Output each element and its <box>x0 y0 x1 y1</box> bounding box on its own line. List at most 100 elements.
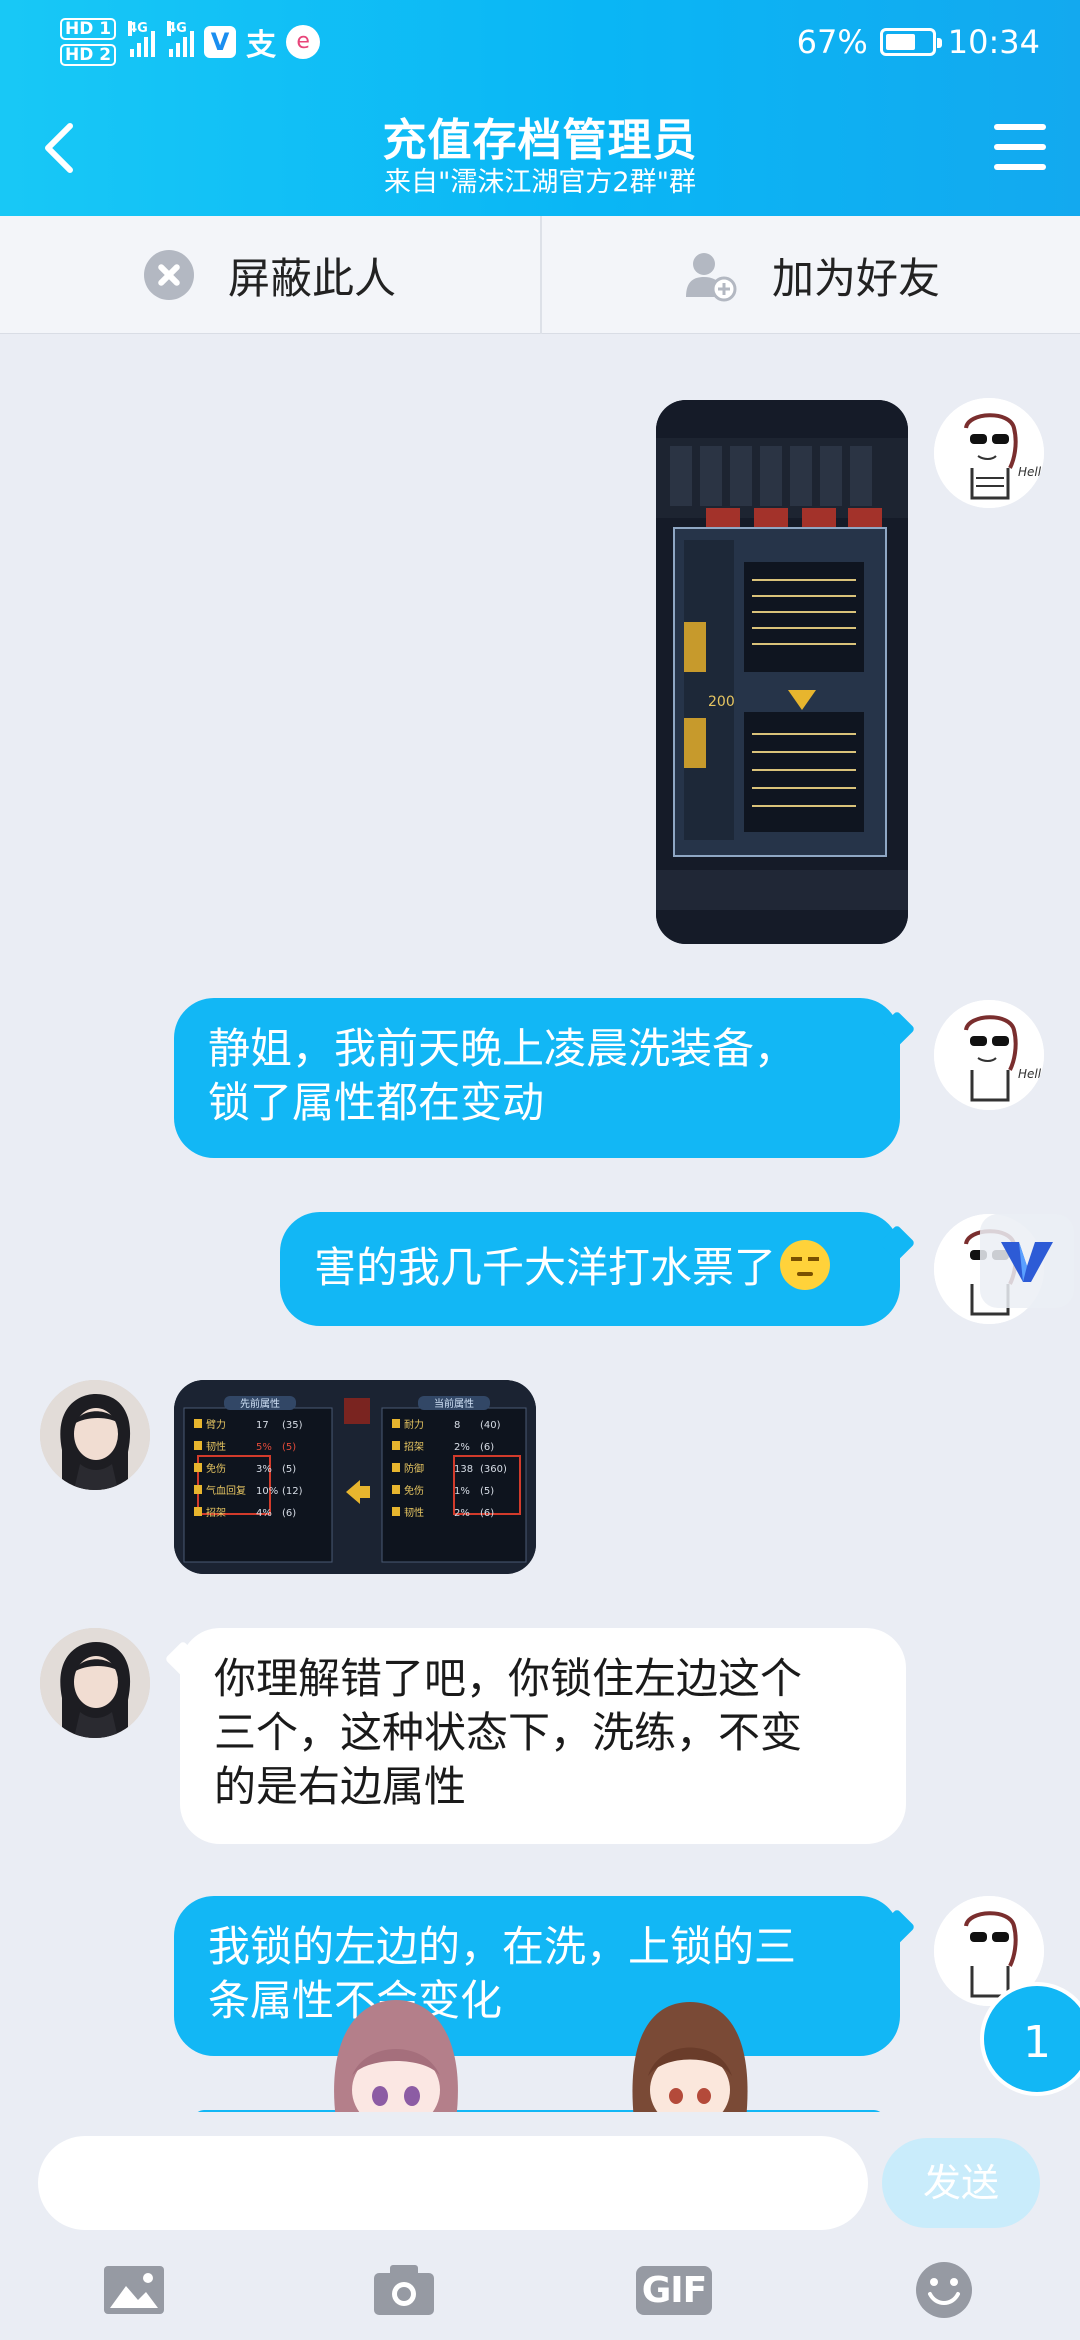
add-friend-button[interactable]: 加为好友 <box>540 216 1080 334</box>
right-attr-value: 8 <box>454 1420 460 1431</box>
message-bubble-received[interactable]: 你理解错了吧，你锁住左边这个 三个，这种状态下，洗练，不变 的是右边属性 <box>180 1628 906 1844</box>
signal-icon: 4G <box>128 21 156 57</box>
smiley-icon <box>916 2262 972 2318</box>
left-attr-value: 4% <box>256 1508 272 1519</box>
right-attr-max: (360) <box>480 1464 507 1475</box>
hd1-badge: HD 1 <box>60 18 117 40</box>
hd2-badge: HD 2 <box>60 44 117 66</box>
notification-app-icon: e <box>286 25 321 59</box>
lock-icon <box>194 1419 202 1428</box>
input-toolbar: GIF <box>0 2250 1080 2340</box>
my-avatar[interactable]: Hello <box>934 1000 1044 1110</box>
clock: 10:34 <box>947 23 1040 61</box>
right-attr-value: 2% <box>454 1442 470 1453</box>
left-attr-name: 招架 <box>206 1506 226 1519</box>
lock-icon <box>392 1463 400 1472</box>
chat-title: 充值存档管理员 <box>382 115 698 166</box>
right-attr-name: 免伤 <box>404 1484 424 1497</box>
image-message-game-screenshot-tall[interactable]: 200 <box>656 400 908 944</box>
chat-theme-decoration <box>632 2002 748 2120</box>
right-attr-value: 1% <box>454 1486 470 1497</box>
left-panel-title: 先前属性 <box>240 1397 280 1410</box>
camera-button[interactable] <box>364 2250 444 2330</box>
stranger-action-bar: 屏蔽此人 加为好友 <box>0 216 1080 334</box>
chevron-left-icon <box>45 123 73 173</box>
left-attr-value: 3% <box>256 1464 272 1475</box>
avatar-photo <box>40 1380 150 1490</box>
lock-icon <box>194 1441 202 1450</box>
my-avatar[interactable]: Hello <box>934 398 1044 508</box>
right-attr-max: (40) <box>480 1420 501 1431</box>
chat-subtitle: 来自"濡沫江湖官方2群"群 <box>383 167 696 198</box>
left-attr-max: (6) <box>282 1508 296 1519</box>
left-attr-name: 免伤 <box>206 1462 226 1475</box>
message-text-line: 锁了属性都在变动 <box>208 1078 545 1127</box>
image-icon <box>104 2266 164 2314</box>
left-attr-name: 韧性 <box>206 1440 226 1453</box>
message-text-line: 我锁的左边的，在洗，上锁的三 <box>208 1922 797 1971</box>
message-bubble-sent[interactable]: 静姐，我前天晚上凌晨洗装备， 锁了属性都在变动 <box>174 998 900 1158</box>
svg-text:Hello: Hello <box>1018 465 1044 479</box>
lock-icon <box>392 1419 400 1428</box>
right-attr-name: 韧性 <box>404 1506 424 1519</box>
message-input[interactable] <box>38 2136 868 2230</box>
emoji-button[interactable] <box>904 2250 984 2330</box>
lock-icon <box>392 1441 400 1450</box>
battery-icon <box>879 28 942 56</box>
battery-fill <box>885 34 916 50</box>
block-icon <box>143 250 194 300</box>
game-screenshot-image: 200 <box>656 400 908 944</box>
network-type-label-2: 4G <box>167 21 187 36</box>
seal-icon <box>344 1398 370 1424</box>
status-left: HD 1 HD 2 4G 4G V 支 e <box>60 12 321 72</box>
right-attr-name: 招架 <box>404 1440 424 1453</box>
vpn-logo-icon <box>1001 1242 1053 1282</box>
lock-icon <box>392 1507 400 1516</box>
left-attr-name: 气血回复 <box>206 1484 246 1497</box>
annoyed-emoji-icon <box>780 1240 831 1290</box>
left-attr-value: 5% <box>256 1442 272 1453</box>
right-attr-max: (5) <box>480 1486 494 1497</box>
gif-button[interactable]: GIF <box>634 2250 714 2330</box>
left-attr-value: 10% <box>256 1486 278 1497</box>
menu-icon-line <box>994 164 1046 170</box>
alipay-icon: 支 <box>246 28 277 63</box>
message-text-line: 的是右边属性 <box>214 1762 467 1811</box>
battery-percent: 67% <box>796 23 868 61</box>
block-user-label: 屏蔽此人 <box>227 253 396 303</box>
attribute-screenshot-image: 先前属性 当前属性 臂力 17 (35) 韧性 5% (5) 免伤 3% (5) 气血回复 10% (… <box>174 1380 536 1574</box>
svg-text:200: 200 <box>708 694 735 710</box>
add-friend-label: 加为好友 <box>771 253 940 303</box>
message-bubble-sent[interactable]: 害的我几千大洋打水票了 <box>280 1212 900 1326</box>
message-text-line: 你理解错了吧，你锁住左边这个 <box>214 1654 803 1703</box>
status-right: 67% 10:34 <box>797 14 1040 70</box>
message-text-line: 静姐，我前天晚上凌晨洗装备， <box>208 1024 797 1073</box>
lock-icon <box>392 1485 400 1494</box>
floating-vpn-badge[interactable] <box>980 1214 1074 1308</box>
right-attr-max: (6) <box>480 1442 494 1453</box>
left-attr-max: (5) <box>282 1442 296 1453</box>
sender-avatar[interactable] <box>40 1628 150 1738</box>
back-button[interactable] <box>40 118 80 178</box>
unread-count-badge[interactable]: 1 <box>980 1982 1080 2096</box>
avatar-sketch: Hello <box>934 398 1044 508</box>
add-friend-icon <box>685 253 737 302</box>
lock-icon <box>194 1507 202 1516</box>
message-text-line: 三个，这种状态下，洗练，不变 <box>214 1708 803 1757</box>
image-message-attribute-compare[interactable]: 先前属性 当前属性 臂力 17 (35) 韧性 5% (5) 免伤 3% (5) 气血回复 10% (… <box>174 1380 536 1574</box>
left-attr-max: (5) <box>282 1464 296 1475</box>
message-bubble-sent[interactable]: 我锁的左边的，在洗，上锁的三 条属性不会变化 <box>174 1896 900 2056</box>
block-user-button[interactable]: 屏蔽此人 <box>0 216 540 334</box>
sender-avatar[interactable] <box>40 1380 150 1490</box>
message-text-line: 条属性不会变化 <box>208 1976 503 2025</box>
sim-indicators: HD 1 HD 2 <box>60 18 117 66</box>
left-attr-name: 臂力 <box>206 1418 226 1431</box>
chat-header: HD 1 HD 2 4G 4G V 支 e 67% 10:34 充值存档管理员 <box>0 0 1080 216</box>
svg-text:Hello: Hello <box>1018 1067 1044 1081</box>
menu-button[interactable] <box>994 124 1046 170</box>
lock-icon <box>194 1463 202 1472</box>
send-button[interactable]: 发送 <box>882 2138 1040 2228</box>
avatar-sketch: Hello <box>934 1000 1044 1110</box>
image-picker-button[interactable] <box>94 2250 174 2330</box>
message-text: 害的我几千大洋打水票了 <box>314 1243 777 1292</box>
